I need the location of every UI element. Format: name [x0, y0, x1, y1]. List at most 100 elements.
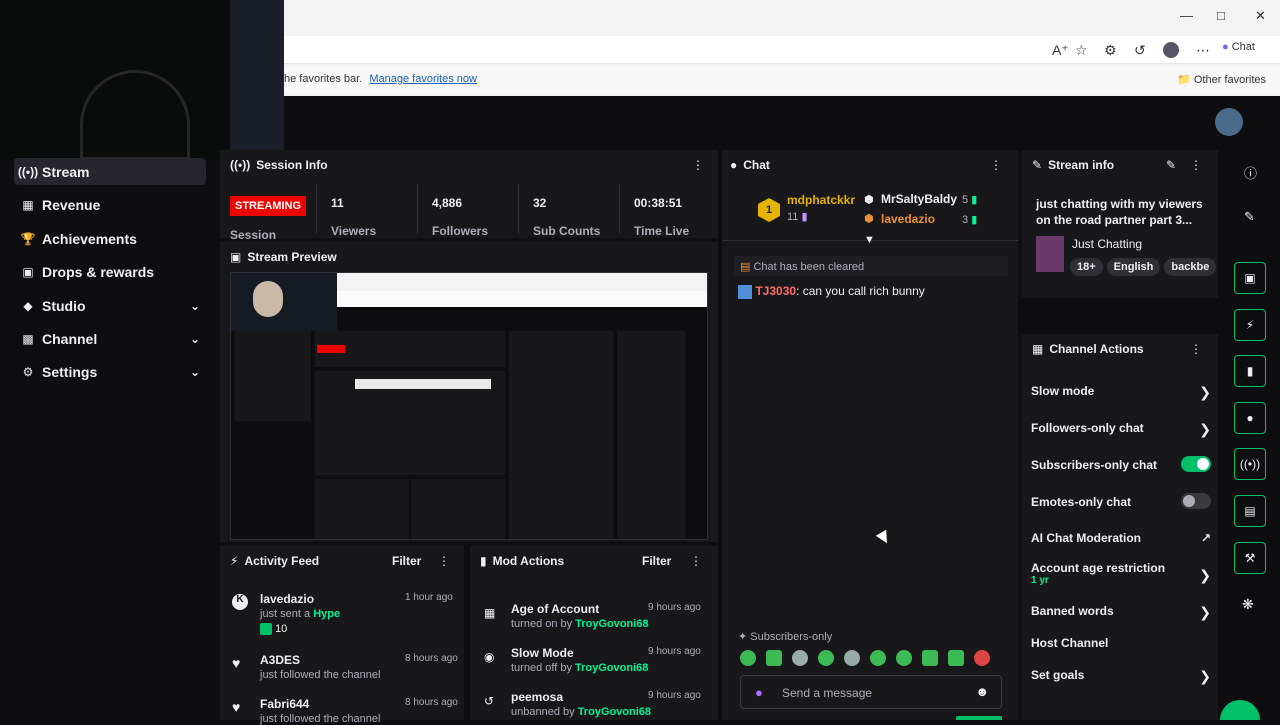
rail-ads-button[interactable]: ▤: [1234, 495, 1266, 527]
rail-boost-button[interactable]: ⚡: [1234, 309, 1266, 341]
favorites-bar: he favorites bar. Manage favorites now 📁…: [284, 66, 1280, 94]
category-boxart: [1036, 236, 1064, 272]
set-goals-action[interactable]: Set goals ❯: [1031, 668, 1211, 684]
sub-badge-icon: ▮: [801, 211, 808, 223]
sidebar-item-settings[interactable]: ⚙ Settings ⌄: [14, 358, 206, 385]
mod-action-user[interactable]: TroyGovoni68: [578, 706, 651, 718]
mod-action-name: Age of Account: [511, 602, 600, 616]
panel-title: Stream info: [1048, 158, 1115, 172]
mod-actions-panel: ▮ Mod Actions Filter ⋮ ▦ Age of Account …: [470, 546, 718, 720]
trophy-icon: 🏆: [20, 231, 36, 246]
favorite-star-icon[interactable]: ☆: [1075, 42, 1088, 59]
preview-browser-bar: [337, 273, 707, 291]
stream-preview-video[interactable]: [230, 272, 708, 540]
kebab-menu-icon[interactable]: ⋮: [438, 554, 450, 568]
chat-message-text: : can you call rich bunny: [796, 284, 925, 298]
emote-icon[interactable]: [870, 650, 886, 666]
mod-action-time: 9 hours ago: [648, 646, 701, 657]
sidebar-item-stream[interactable]: ((•)) Stream: [14, 158, 206, 185]
emote-icon[interactable]: [948, 650, 964, 666]
mod-filter-button[interactable]: Filter: [642, 554, 671, 568]
emotes-only-toggle[interactable]: [1181, 493, 1211, 509]
mod-action-name: Slow Mode: [511, 646, 574, 660]
subscribers-only-toggle[interactable]: [1181, 456, 1211, 472]
emote-icon[interactable]: [792, 650, 808, 666]
kebab-menu-icon[interactable]: ⋮: [1190, 158, 1202, 172]
other-favorites-folder[interactable]: 📁 Other favorites: [1177, 73, 1266, 86]
close-icon[interactable]: ✕: [1255, 8, 1266, 24]
rail-broadcast-button[interactable]: ((•)): [1234, 448, 1266, 480]
mod-action-user[interactable]: TroyGovoni68: [575, 662, 648, 674]
pencil-icon[interactable]: ✎: [1166, 158, 1176, 172]
stream-tag[interactable]: English: [1106, 258, 1161, 276]
stream-category[interactable]: Just Chatting: [1072, 237, 1142, 251]
stream-info-panel: ✎ Stream info ✎ ⋮ just chatting with my …: [1022, 150, 1218, 298]
expand-leaderboard-icon[interactable]: ▼: [864, 234, 875, 246]
emote-icon[interactable]: [740, 650, 756, 666]
kebab-menu-icon[interactable]: ⋮: [990, 158, 1002, 172]
chevron-down-icon: ⌄: [189, 364, 200, 379]
preview-stream-panel: [315, 371, 505, 475]
leaderboard-user[interactable]: mdphatckkr: [787, 193, 855, 207]
slow-mode-action[interactable]: Slow mode ❯: [1031, 384, 1211, 400]
emote-bar: [740, 650, 1004, 666]
user-avatar[interactable]: [1215, 108, 1243, 136]
emote-icon[interactable]: [922, 650, 938, 666]
quick-action-button[interactable]: [1220, 700, 1260, 720]
emote-icon[interactable]: [844, 650, 860, 666]
followers-only-action[interactable]: Followers-only chat ❯: [1031, 421, 1211, 437]
microphone-icon[interactable]: ●: [755, 685, 763, 700]
emote-icon[interactable]: [896, 650, 912, 666]
preview-favorites-bar: [337, 291, 707, 307]
chat-message-user[interactable]: TJ3030: [755, 284, 796, 298]
host-channel-action[interactable]: Host Channel: [1031, 636, 1211, 650]
stream-info-header: ✎ Stream info: [1032, 158, 1114, 172]
emoji-icon[interactable]: ☻: [975, 684, 989, 699]
sidebar-item-studio[interactable]: ◆ Studio ⌄: [14, 292, 206, 319]
copilot-chat-button[interactable]: ● Chat: [1222, 41, 1255, 53]
minimize-icon[interactable]: —: [1180, 8, 1193, 23]
ai-chat-moderation-action[interactable]: AI Chat Moderation ↗: [1031, 531, 1211, 545]
account-age-action[interactable]: Account age restriction 1 yr ❯: [1031, 561, 1211, 586]
banned-words-action[interactable]: Banned words ❯: [1031, 604, 1211, 620]
activity-amount: 10: [275, 623, 288, 635]
activity-filter-button[interactable]: Filter: [392, 554, 421, 568]
emote-icon[interactable]: [766, 650, 782, 666]
kebab-menu-icon[interactable]: ⋮: [690, 554, 702, 568]
rail-tools-button[interactable]: ⚒: [1234, 542, 1266, 574]
leaderboard-count-value: 11: [787, 211, 799, 223]
chat-send-button[interactable]: [956, 716, 1002, 720]
info-icon[interactable]: ⓘ: [1244, 163, 1257, 182]
address-bar[interactable]: [284, 36, 1280, 64]
maximize-icon[interactable]: □: [1217, 8, 1225, 23]
edit-icon[interactable]: ✎: [1244, 209, 1255, 225]
action-label: Subscribers-only chat: [1031, 458, 1158, 472]
stream-tag[interactable]: 18+: [1070, 258, 1103, 276]
more-icon[interactable]: ⋯: [1196, 42, 1210, 59]
sidebar-item-revenue[interactable]: ▦ Revenue: [14, 191, 206, 218]
mod-action-user[interactable]: TroyGovoni68: [575, 618, 648, 630]
rail-clip-button[interactable]: ▣: [1234, 262, 1266, 294]
emote-icon[interactable]: [818, 650, 834, 666]
chat-input[interactable]: ● Send a message ☻: [740, 675, 1002, 709]
sidebar-item-achievements[interactable]: 🏆 Achievements: [14, 225, 206, 252]
manage-favorites-link[interactable]: Manage favorites now: [369, 73, 477, 85]
user-badge-icon: [738, 284, 752, 299]
rail-notes-button[interactable]: ▮: [1234, 355, 1266, 387]
sidebar-item-drops[interactable]: ▣ Drops & rewards: [14, 258, 206, 285]
sidebar-item-channel[interactable]: ▩ Channel ⌄: [14, 325, 206, 352]
read-aloud-icon[interactable]: A⁺: [1052, 42, 1069, 59]
extensions-icon[interactable]: ⚙: [1104, 42, 1117, 59]
leaderboard-user[interactable]: MrSaltyBaldy: [881, 192, 957, 206]
leaderboard-user[interactable]: lavedazio: [881, 212, 935, 226]
emote-icon[interactable]: [974, 650, 990, 666]
stream-tag[interactable]: backbe: [1164, 258, 1217, 276]
history-icon[interactable]: ↺: [1134, 42, 1146, 59]
kebab-menu-icon[interactable]: ⋮: [692, 158, 704, 172]
rail-chat-button[interactable]: ●: [1234, 402, 1266, 434]
extensions-icon[interactable]: ❋: [1242, 596, 1254, 613]
channel-actions-header: ▦ Channel Actions: [1032, 342, 1144, 356]
kebab-menu-icon[interactable]: ⋮: [1190, 342, 1202, 356]
stream-preview-header: ▣ Stream Preview: [230, 250, 337, 264]
profile-icon[interactable]: [1163, 42, 1179, 58]
